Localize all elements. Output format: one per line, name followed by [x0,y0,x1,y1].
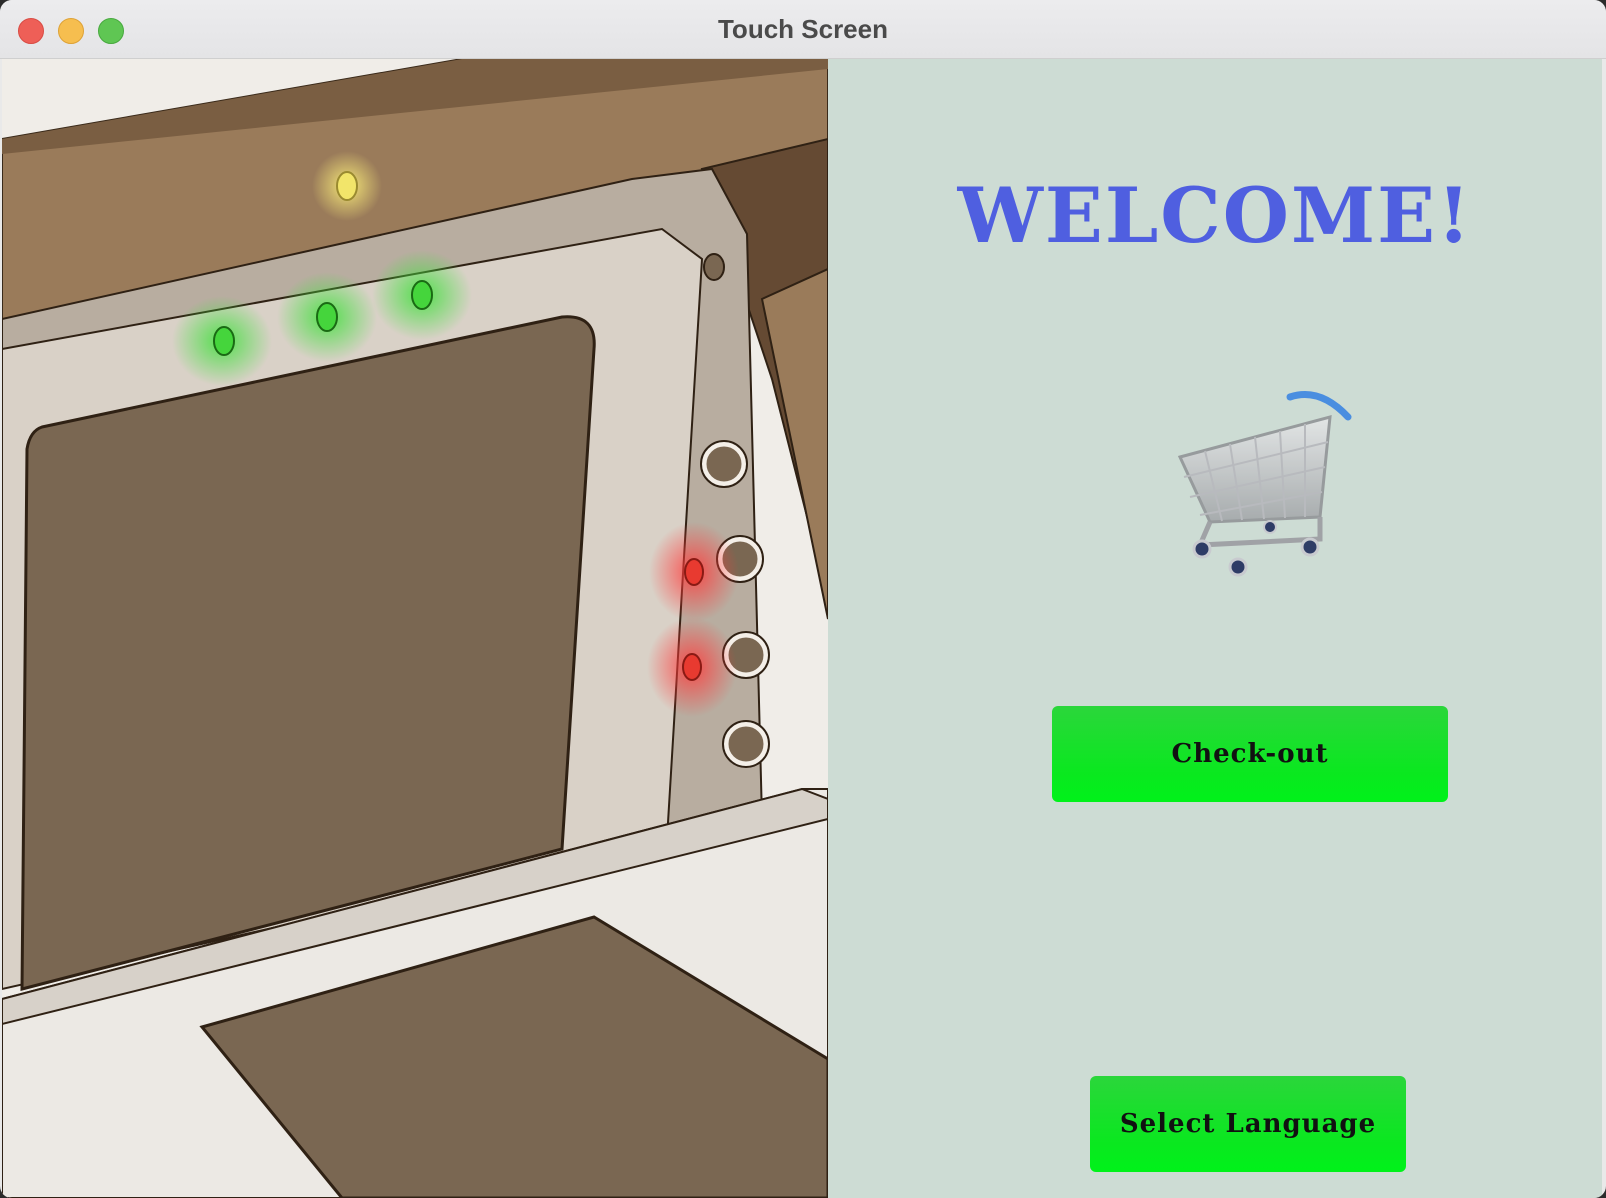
app-window: Touch Screen WELCOME! Check-out Select L… [0,0,1606,1198]
window-title: Touch Screen [717,14,888,44]
welcome-panel: WELCOME! Check-out Select Language [828,59,1602,1198]
welcome-heading: WELCOME! [957,171,1473,260]
title-bar: Touch Screen [0,0,1606,59]
select-language-button[interactable]: Select Language [1090,1076,1406,1172]
kiosk-illustration [2,59,828,1198]
kiosk-illustration-image [2,59,828,1198]
shopping-cart-icon [1177,391,1352,577]
checkout-button[interactable]: Check-out [1052,706,1448,802]
